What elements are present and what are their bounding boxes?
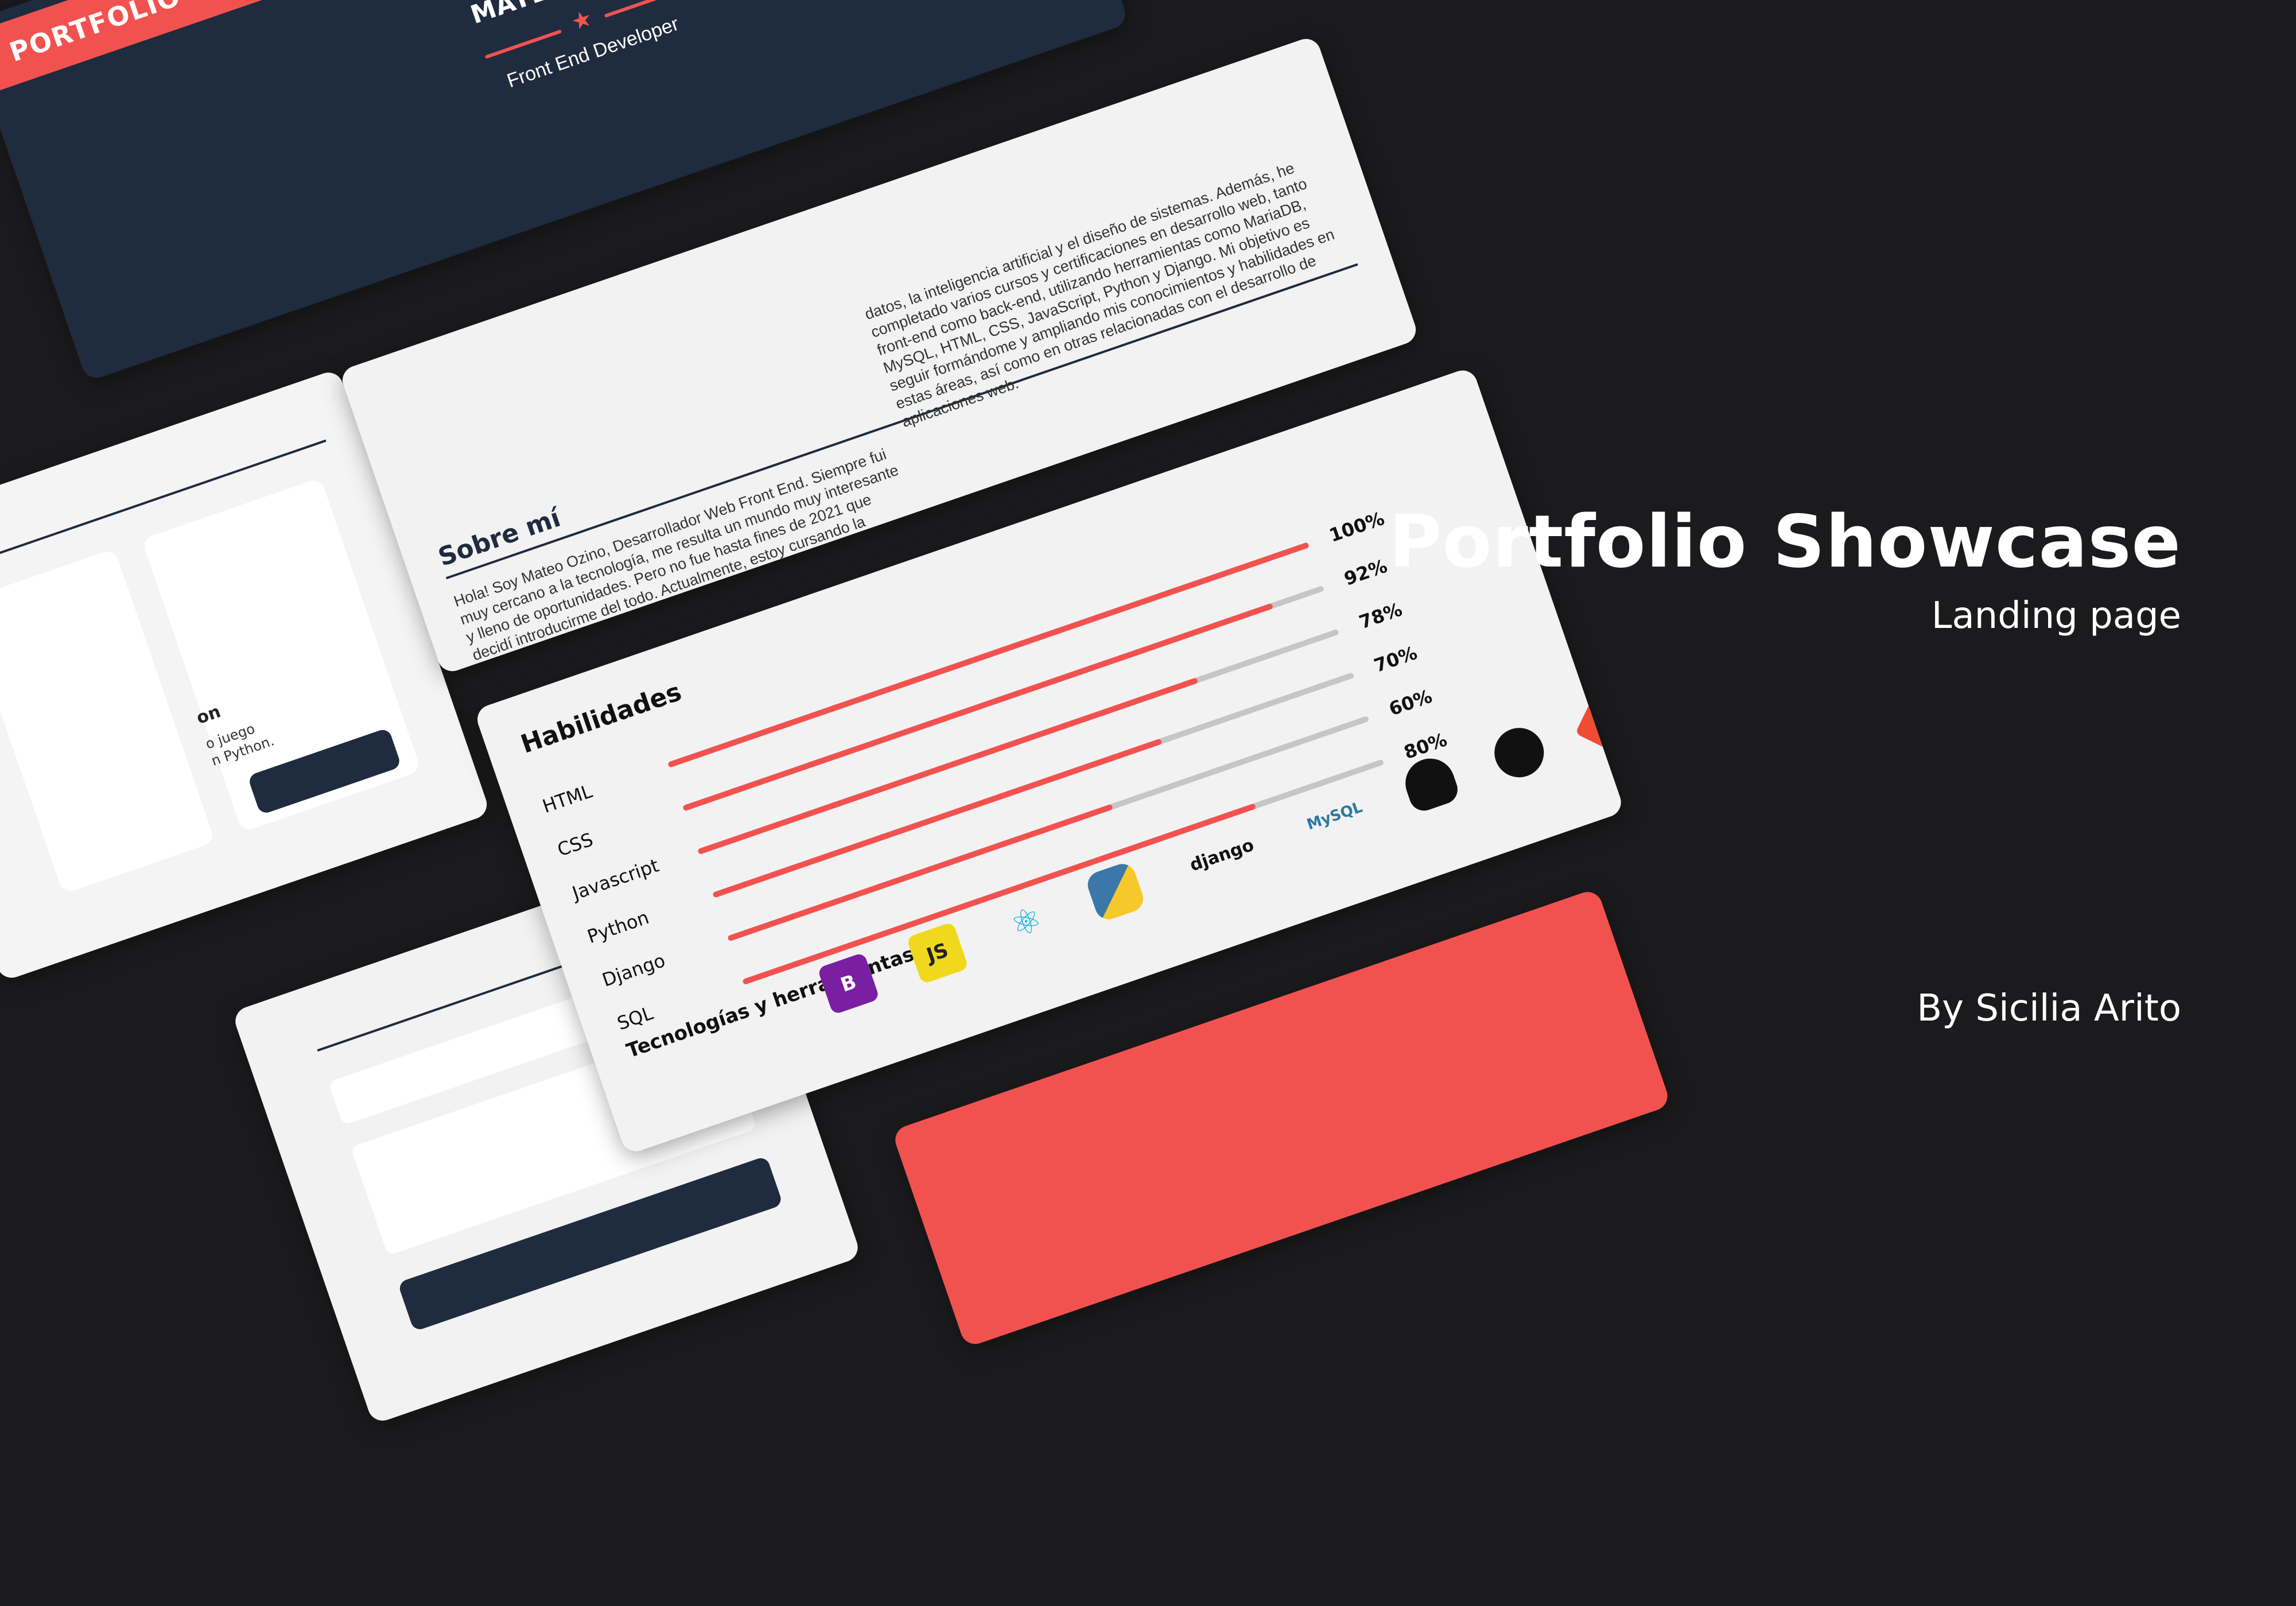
skill-percent: 60% [1386,685,1435,720]
git-icon [1575,689,1625,755]
skills-title: Habilidades [517,677,685,759]
showcase-title: Portfolio Showcase [1388,499,2181,584]
skill-percent: 70% [1371,642,1420,677]
skill-percent: 92% [1341,554,1390,590]
divider-line [484,29,562,59]
skill-percent: 78% [1356,598,1405,634]
about-text-col2: datos, la inteligencia artificial y el d… [863,159,1337,430]
showcase-byline: By Sicilia Arito [1917,987,2181,1030]
portfolio-ribbon: PORTFOLIO WEB [0,0,303,106]
showcase-subtitle: Landing page [1931,595,2181,637]
skill-percent: 100% [1326,507,1388,547]
skill-row: Javascript 78% [569,554,1536,916]
star-icon: ★ [568,4,596,37]
